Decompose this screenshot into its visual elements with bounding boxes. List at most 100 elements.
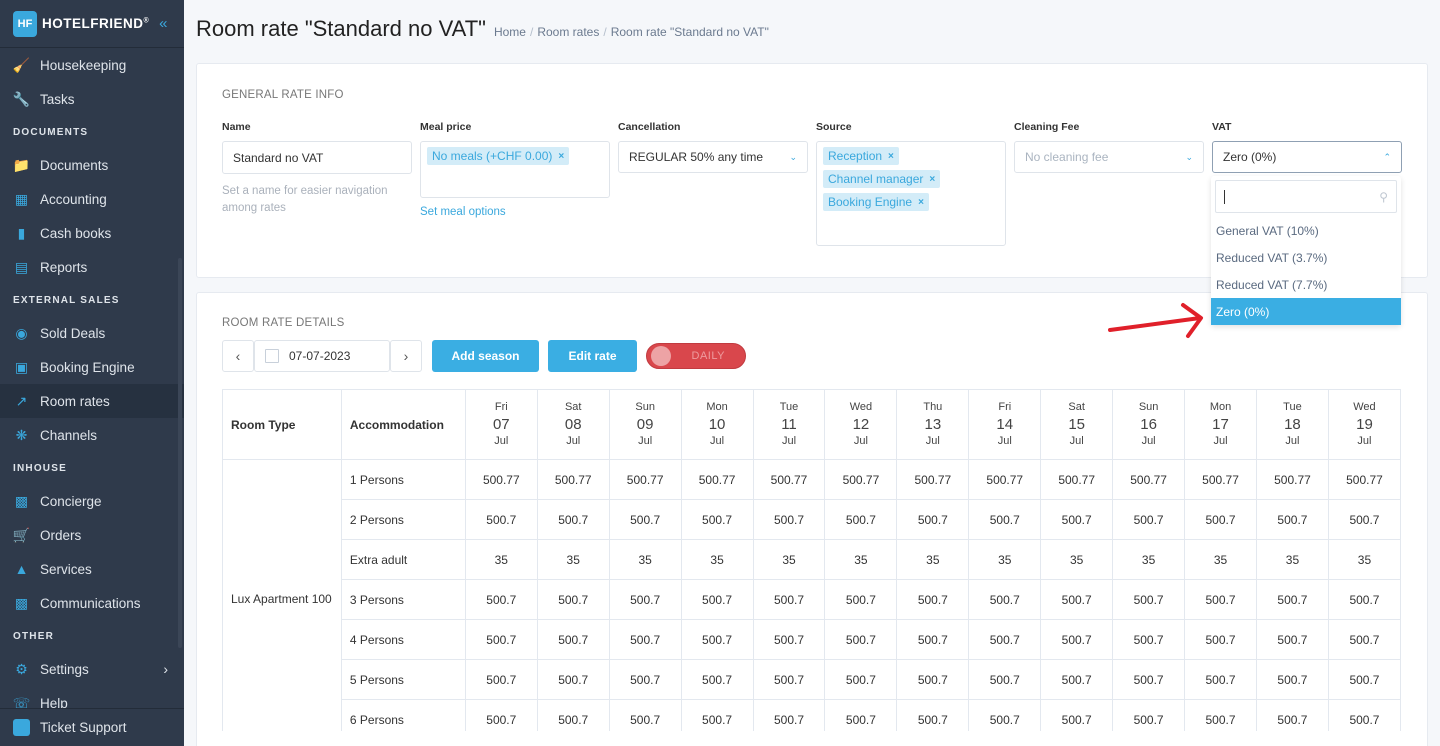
rate-cell[interactable]: 500.7 (536, 699, 610, 731)
rate-cell[interactable]: 500.7 (968, 579, 1042, 620)
rate-cell[interactable]: 500.77 (536, 459, 610, 500)
rate-cell[interactable]: 500.7 (752, 619, 826, 660)
rate-cell[interactable]: 500.77 (1184, 459, 1257, 500)
rate-cell[interactable]: 500.7 (1255, 579, 1329, 620)
rate-cell[interactable]: 500.7 (896, 619, 970, 660)
rate-cell[interactable]: 35 (896, 539, 970, 580)
rate-cell[interactable]: 500.7 (824, 619, 898, 660)
rate-cell[interactable]: 500.7 (1327, 579, 1401, 620)
breadcrumb-home[interactable]: Home (494, 25, 526, 39)
rate-cell[interactable]: 500.7 (1327, 699, 1401, 731)
sidebar-item-documents[interactable]: 📁 Documents (0, 148, 184, 182)
sidebar-item-tasks[interactable]: 🔧 Tasks (0, 82, 184, 116)
rate-cell[interactable]: 35 (1255, 539, 1329, 580)
add-season-button[interactable]: Add season (432, 340, 539, 372)
sidebar-item-housekeeping[interactable]: 🧹 Housekeeping (0, 48, 184, 82)
rate-cell[interactable]: 500.7 (1327, 499, 1401, 540)
rate-cell[interactable]: 500.77 (608, 459, 682, 500)
rate-cell[interactable]: 500.7 (1112, 659, 1186, 700)
sidebar-item-room-rates[interactable]: ↗ Room rates (0, 384, 184, 418)
rate-cell[interactable]: 500.7 (608, 659, 682, 700)
rate-cell[interactable]: 500.7 (608, 699, 682, 731)
vat-option[interactable]: Reduced VAT (3.7%) (1211, 244, 1401, 271)
ticket-support-button[interactable]: Ticket Support (0, 708, 184, 746)
rate-cell[interactable]: 500.7 (1184, 699, 1257, 731)
rate-cell[interactable]: 500.7 (1255, 699, 1329, 731)
sidebar-item-communications[interactable]: ▩ Communications (0, 586, 184, 620)
rate-cell[interactable]: 500.7 (968, 499, 1042, 540)
rate-cell[interactable]: 500.7 (752, 499, 826, 540)
rate-cell[interactable]: 500.7 (608, 499, 682, 540)
sidebar-scrollbar[interactable] (178, 258, 182, 648)
rate-cell[interactable]: 500.7 (896, 699, 970, 731)
vat-search-input[interactable]: ⚲ (1215, 180, 1397, 213)
rate-cell[interactable]: 500.77 (1112, 459, 1186, 500)
rate-cell[interactable]: 35 (536, 539, 610, 580)
sidebar-item-sold-deals[interactable]: ◉ Sold Deals (0, 316, 184, 350)
rate-cell[interactable]: 500.7 (680, 699, 754, 731)
rate-cell[interactable]: 500.7 (752, 579, 826, 620)
rate-cell[interactable]: 35 (968, 539, 1042, 580)
breadcrumb-room-rates[interactable]: Room rates (537, 25, 599, 39)
rate-cell[interactable]: 500.7 (896, 659, 970, 700)
rate-cell[interactable]: 500.7 (824, 499, 898, 540)
rate-cell[interactable]: 500.7 (1040, 619, 1114, 660)
rate-cell[interactable]: 500.77 (968, 459, 1042, 500)
remove-tag-icon[interactable]: × (888, 151, 894, 162)
rate-cell[interactable]: 500.77 (752, 459, 826, 500)
rate-cell[interactable]: 500.77 (680, 459, 754, 500)
sidebar-item-reports[interactable]: ▤ Reports (0, 250, 184, 284)
date-picker[interactable]: 07-07-2023 (254, 340, 390, 372)
rate-cell[interactable]: 35 (824, 539, 898, 580)
rate-cell[interactable]: 500.7 (464, 579, 538, 620)
rate-cell[interactable]: 500.7 (1184, 619, 1257, 660)
rate-cell[interactable]: 35 (1184, 539, 1257, 580)
rate-cell[interactable]: 35 (1040, 539, 1114, 580)
rate-cell[interactable]: 35 (464, 539, 538, 580)
rate-cell[interactable]: 500.7 (968, 659, 1042, 700)
rate-cell[interactable]: 500.7 (824, 579, 898, 620)
rate-cell[interactable]: 500.7 (680, 499, 754, 540)
rate-cell[interactable]: 500.7 (968, 619, 1042, 660)
cleaning-fee-select[interactable]: No cleaning fee ⌄ (1014, 141, 1204, 173)
rate-cell[interactable]: 500.7 (1040, 659, 1114, 700)
daily-toggle[interactable]: DAILY (646, 343, 746, 369)
rate-cell[interactable]: 500.7 (1112, 619, 1186, 660)
rate-cell[interactable]: 500.7 (608, 579, 682, 620)
rate-cell[interactable]: 35 (1327, 539, 1401, 580)
rate-cell[interactable]: 500.7 (1255, 499, 1329, 540)
vat-option[interactable]: General VAT (10%) (1211, 217, 1401, 244)
sidebar-item-settings[interactable]: ⚙ Settings › (0, 652, 184, 686)
rate-cell[interactable]: 500.7 (1040, 499, 1114, 540)
sidebar-item-services[interactable]: ▲ Services (0, 552, 184, 586)
rate-cell[interactable]: 500.7 (1184, 659, 1257, 700)
sidebar-item-orders[interactable]: 🛒 Orders (0, 518, 184, 552)
rate-cell[interactable]: 500.7 (536, 499, 610, 540)
meal-price-select[interactable]: No meals (+CHF 0.00) × (420, 141, 610, 198)
rate-cell[interactable]: 500.77 (1255, 459, 1329, 500)
rate-cell[interactable]: 500.77 (1327, 459, 1401, 500)
rate-cell[interactable]: 500.7 (1255, 619, 1329, 660)
rate-cell[interactable]: 500.7 (1040, 579, 1114, 620)
rate-cell[interactable]: 500.7 (1184, 579, 1257, 620)
vat-option[interactable]: Zero (0%) (1211, 298, 1401, 325)
vat-select[interactable]: Zero (0%) ⌃ (1212, 141, 1402, 173)
sidebar-item-booking-engine[interactable]: ▣ Booking Engine (0, 350, 184, 384)
rate-cell[interactable]: 500.7 (1112, 579, 1186, 620)
rate-cell[interactable]: 500.7 (680, 619, 754, 660)
rate-cell[interactable]: 500.7 (680, 579, 754, 620)
rate-cell[interactable]: 500.7 (1184, 499, 1257, 540)
rate-cell[interactable]: 500.7 (968, 699, 1042, 731)
rate-cell[interactable]: 500.7 (1327, 659, 1401, 700)
vat-option[interactable]: Reduced VAT (7.7%) (1211, 271, 1401, 298)
rate-cell[interactable]: 35 (680, 539, 754, 580)
rate-cell[interactable]: 500.7 (752, 659, 826, 700)
sidebar-item-accounting[interactable]: ▦ Accounting (0, 182, 184, 216)
rate-cell[interactable]: 500.7 (536, 619, 610, 660)
remove-tag-icon[interactable]: × (929, 174, 935, 185)
rate-cell[interactable]: 500.7 (824, 699, 898, 731)
rate-cell[interactable]: 500.7 (464, 619, 538, 660)
collapse-sidebar-icon[interactable]: « (159, 15, 167, 32)
rate-cell[interactable]: 35 (1112, 539, 1186, 580)
name-input[interactable]: Standard no VAT (222, 141, 412, 174)
